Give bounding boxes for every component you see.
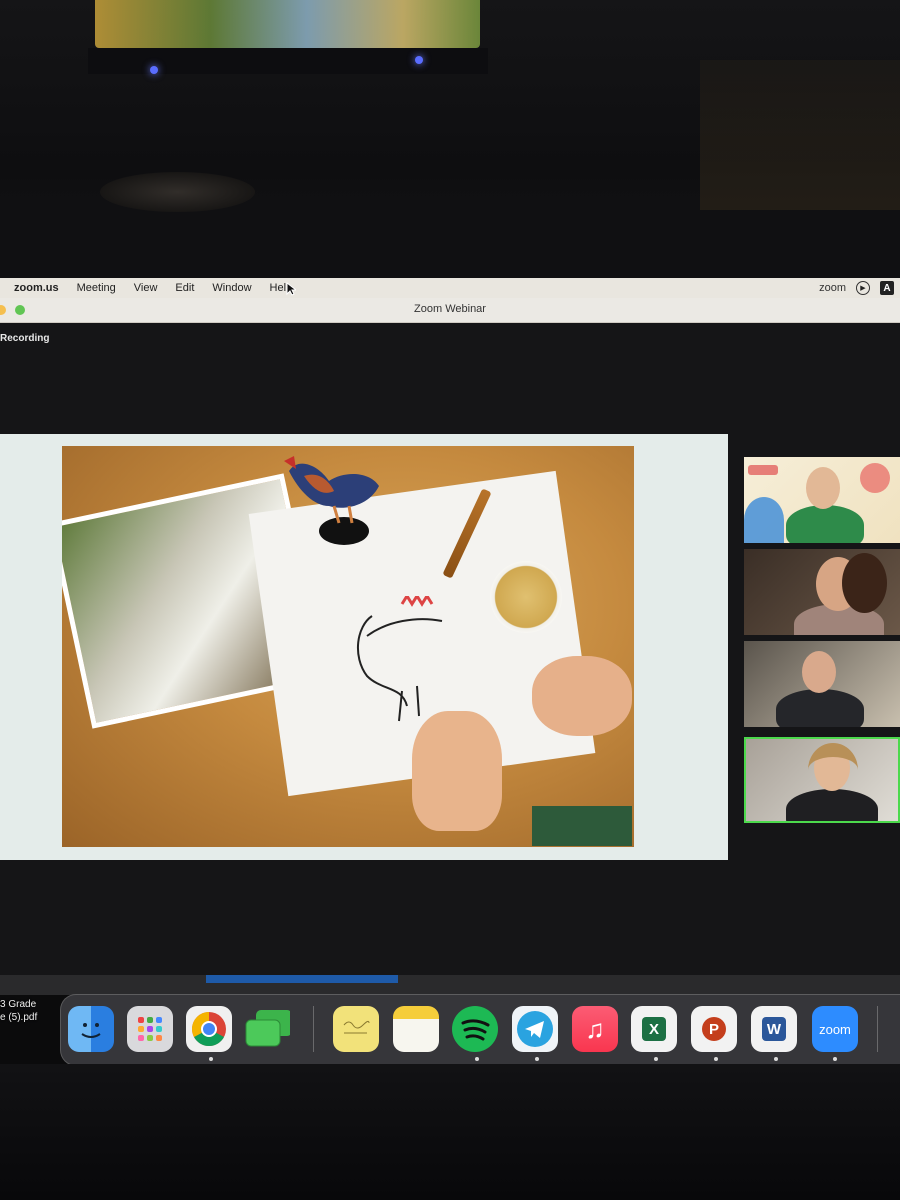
- recording-indicator[interactable]: Recording: [0, 333, 49, 344]
- music-icon[interactable]: ♫: [572, 1006, 618, 1052]
- tv-led: [415, 56, 423, 64]
- messages-icon[interactable]: [244, 1006, 290, 1052]
- word-icon[interactable]: W: [751, 1006, 797, 1052]
- participant-body: [786, 505, 864, 543]
- tv-led: [150, 66, 158, 74]
- child-hand: [532, 656, 632, 736]
- participant-tile-4-active-speaker[interactable]: [744, 737, 900, 823]
- chrome-logo-icon: [192, 1012, 226, 1046]
- running-indicator: [654, 1057, 658, 1061]
- menu-window[interactable]: Window: [203, 282, 260, 294]
- window-bottom-strip: [0, 975, 900, 995]
- sticky-note-icon: [343, 1020, 370, 1034]
- running-indicator: [475, 1057, 479, 1061]
- menu-app-name[interactable]: zoom.us: [0, 282, 68, 294]
- chat-bubbles-icon: [245, 1010, 290, 1047]
- running-indicator: [714, 1057, 718, 1061]
- zoom-meeting-area: Recording: [0, 323, 900, 975]
- input-source-icon[interactable]: A: [880, 281, 894, 295]
- running-indicator: [774, 1057, 778, 1061]
- participant-body: [776, 689, 864, 727]
- mouse-cursor-icon: [286, 282, 296, 296]
- window-title: Zoom Webinar: [414, 303, 486, 315]
- powerpoint-icon[interactable]: P: [691, 1006, 737, 1052]
- background-shelf: [700, 60, 900, 210]
- telegram-logo-icon: [517, 1011, 553, 1047]
- menu-view[interactable]: View: [125, 282, 167, 294]
- shared-screen: [0, 434, 728, 860]
- dock-separator: [877, 1006, 878, 1052]
- participant-face: [806, 467, 840, 509]
- running-indicator: [833, 1057, 837, 1061]
- decor-shape: [744, 497, 784, 543]
- toy-rooster: [284, 456, 379, 545]
- background-tv-frame: [88, 48, 488, 74]
- powerpoint-letter: P: [702, 1017, 726, 1041]
- bowl: [490, 561, 562, 633]
- running-indicator: [209, 1057, 213, 1061]
- word-letter: W: [762, 1017, 786, 1041]
- monitor-bezel: [0, 212, 900, 278]
- participant-tile-1[interactable]: [744, 457, 900, 543]
- bottom-blue-button[interactable]: [206, 975, 398, 983]
- child-hand: [412, 711, 502, 831]
- launchpad-grid-icon: [138, 1017, 162, 1041]
- file-label-line: 3 Grade: [0, 999, 37, 1010]
- excel-icon[interactable]: X: [631, 1006, 677, 1052]
- participant-hair: [842, 553, 887, 613]
- participant-face: [802, 651, 836, 693]
- telegram-icon[interactable]: [512, 1006, 558, 1052]
- desktop-file-label[interactable]: 3 Grade e (5).pdf: [0, 998, 37, 1024]
- dock-separator: [313, 1006, 314, 1052]
- play-icon[interactable]: ▶: [856, 281, 870, 295]
- participant-tile-2[interactable]: [744, 549, 900, 635]
- decor-shape: [860, 463, 890, 493]
- finder-face-icon: [81, 1023, 101, 1038]
- menu-edit[interactable]: Edit: [166, 282, 203, 294]
- background-tv: [95, 0, 480, 48]
- finder-icon[interactable]: [68, 1006, 114, 1052]
- excel-letter: X: [642, 1017, 666, 1041]
- spotify-icon[interactable]: [452, 1006, 498, 1052]
- spotify-logo-icon: [452, 1006, 498, 1052]
- chrome-icon[interactable]: [186, 1006, 232, 1052]
- mac-menubar: zoom.us Meeting View Edit Window Help zo…: [0, 278, 900, 298]
- shared-photo: [62, 446, 634, 847]
- child-sleeve: [532, 806, 632, 846]
- slide-logo: [748, 465, 778, 475]
- running-indicator: [535, 1057, 539, 1061]
- launchpad-icon[interactable]: [127, 1006, 173, 1052]
- menubar-zoom-status[interactable]: zoom: [819, 282, 846, 294]
- notes-icon[interactable]: [393, 1006, 439, 1052]
- participant-hair: [808, 743, 858, 797]
- menu-meeting[interactable]: Meeting: [68, 282, 125, 294]
- background-lamp: [100, 172, 255, 212]
- participant-tile-3[interactable]: [744, 641, 900, 727]
- zoom-window-titlebar: Zoom Webinar: [0, 298, 900, 323]
- stickies-icon[interactable]: [333, 1006, 379, 1052]
- monitor-bottom-bezel: [0, 1064, 900, 1200]
- file-label-line: e (5).pdf: [0, 1012, 38, 1023]
- zoom-icon[interactable]: zoom: [812, 1006, 858, 1052]
